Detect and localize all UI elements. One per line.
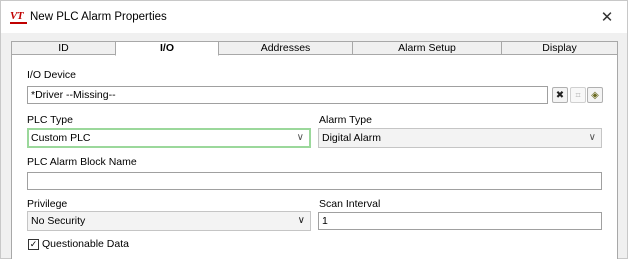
io-device-label: I/O Device (27, 69, 77, 81)
plc-alarm-block-name-label: PLC Alarm Block Name (27, 156, 137, 168)
close-button[interactable]: ✕ (587, 1, 627, 33)
close-icon: ✕ (600, 9, 614, 26)
privilege-select[interactable]: No Security ∨ (27, 211, 311, 231)
checkmark-icon: ✓ (29, 239, 38, 249)
clear-icon: ✖ (555, 89, 565, 101)
scan-interval-field[interactable]: 1 (318, 212, 602, 230)
plc-type-label: PLC Type (27, 114, 73, 126)
scan-interval-label: Scan Interval (319, 198, 381, 210)
io-tab-panel: I/O Device *Driver --Missing-- ✖ ⌗ ◈ PLC… (11, 54, 618, 259)
tab-display[interactable]: Display (501, 41, 618, 55)
chevron-down-icon: ∨ (297, 215, 305, 226)
browse-icon: ◈ (591, 89, 599, 101)
plc-type-select[interactable]: Custom PLC ∨ (27, 128, 311, 148)
browse-button[interactable]: ◈ (587, 87, 603, 103)
chevron-down-icon: ∨ (296, 132, 304, 143)
title-bar: VT New PLC Alarm Properties ✕ (1, 1, 627, 33)
tab-alarm-setup[interactable]: Alarm Setup (352, 41, 502, 55)
tab-id[interactable]: ID (11, 41, 116, 55)
tab-strip: ID I/O Addresses Alarm Setup Display (11, 41, 618, 56)
app-logo-icon: VT (10, 10, 27, 24)
dialog-window: VT New PLC Alarm Properties ✕ ID I/O Add… (0, 0, 628, 259)
tab-io[interactable]: I/O (115, 41, 219, 56)
clear-device-button[interactable]: ✖ (552, 87, 568, 103)
chevron-down-icon: ∨ (588, 132, 596, 143)
privilege-value: No Security (31, 215, 86, 227)
io-device-field[interactable]: *Driver --Missing-- (27, 86, 548, 104)
tab-addresses[interactable]: Addresses (218, 41, 353, 55)
tree-icon: ⌗ (575, 89, 581, 100)
alarm-type-label: Alarm Type (319, 114, 372, 126)
questionable-data-checkbox[interactable]: ✓ (28, 239, 39, 250)
questionable-data-label: Questionable Data (42, 238, 129, 250)
plc-type-value: Custom PLC (31, 132, 91, 144)
tree-button[interactable]: ⌗ (570, 87, 586, 103)
alarm-type-select[interactable]: Digital Alarm ∨ (318, 128, 602, 148)
window-title: New PLC Alarm Properties (30, 11, 167, 23)
privilege-label: Privilege (27, 198, 68, 210)
plc-alarm-block-name-field[interactable] (27, 172, 602, 190)
alarm-type-value: Digital Alarm (322, 132, 381, 144)
